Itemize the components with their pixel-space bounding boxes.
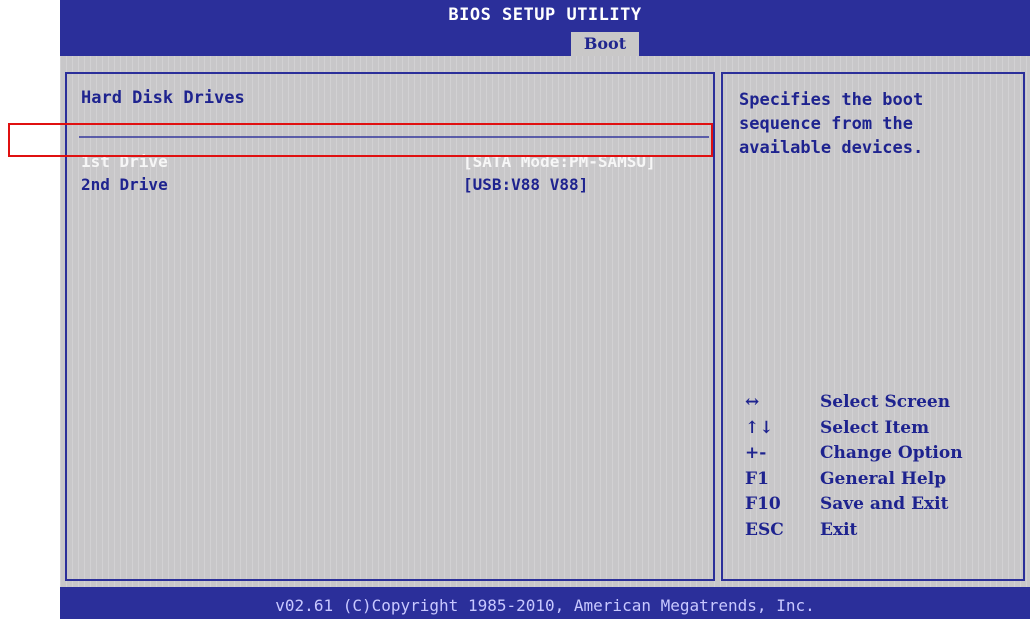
title-bar: BIOS SETUP UTILITY: [60, 0, 1030, 32]
key-row-change-option: +- Change Option: [737, 443, 1017, 469]
key-desc: Save and Exit: [820, 494, 949, 514]
help-description: Specifies the boot sequence from the ava…: [739, 90, 924, 158]
key-row-exit: ESC Exit: [737, 520, 1017, 546]
key-row-general-help: F1 General Help: [737, 469, 1017, 495]
key-desc: General Help: [820, 468, 947, 489]
key-legend: ↔ Select Screen ↑↓ Select Item +- Change…: [737, 392, 1017, 545]
drive-row-1st[interactable]: 1st Drive [SATA Mode:PM-SAMSU]: [81, 152, 711, 174]
key-label: ESC: [745, 519, 784, 540]
plus-minus-icon: +-: [745, 443, 767, 463]
key-desc: Exit: [820, 519, 858, 540]
drive-row-2nd[interactable]: 2nd Drive [USB:V88 V88]: [81, 175, 711, 197]
key-desc: Change Option: [820, 443, 963, 463]
key-label: F10: [745, 494, 781, 514]
main-panel: Hard Disk Drives 1st Drive [SATA Mode:PM…: [60, 56, 1030, 587]
key-desc: Select Screen: [820, 392, 951, 412]
drive-label: 2nd Drive: [81, 175, 168, 194]
tab-boot[interactable]: Boot: [571, 32, 639, 56]
section-divider: [79, 136, 709, 138]
section-title: Hard Disk Drives: [81, 88, 245, 108]
key-row-save-exit: F10 Save and Exit: [737, 494, 1017, 520]
settings-frame: Hard Disk Drives 1st Drive [SATA Mode:PM…: [65, 72, 715, 581]
key-row-select-item: ↑↓ Select Item: [737, 418, 1017, 444]
left-right-arrows-icon: ↔: [745, 392, 760, 412]
drive-value[interactable]: [USB:V88 V88]: [463, 175, 588, 194]
bios-title: BIOS SETUP UTILITY: [448, 5, 642, 25]
key-label: F1: [745, 468, 769, 489]
key-row-select-screen: ↔ Select Screen: [737, 392, 1017, 418]
up-down-arrows-icon: ↑↓: [745, 417, 774, 438]
drive-value[interactable]: [SATA Mode:PM-SAMSU]: [463, 152, 656, 171]
help-frame: Specifies the boot sequence from the ava…: [721, 72, 1025, 581]
tab-strip: [60, 32, 1030, 56]
key-desc: Select Item: [820, 417, 930, 438]
drive-label: 1st Drive: [81, 152, 168, 171]
bios-screen: BIOS SETUP UTILITY Boot Hard Disk Drives…: [60, 0, 1030, 619]
copyright-footer: v02.61 (C)Copyright 1985-2010, American …: [275, 596, 815, 615]
